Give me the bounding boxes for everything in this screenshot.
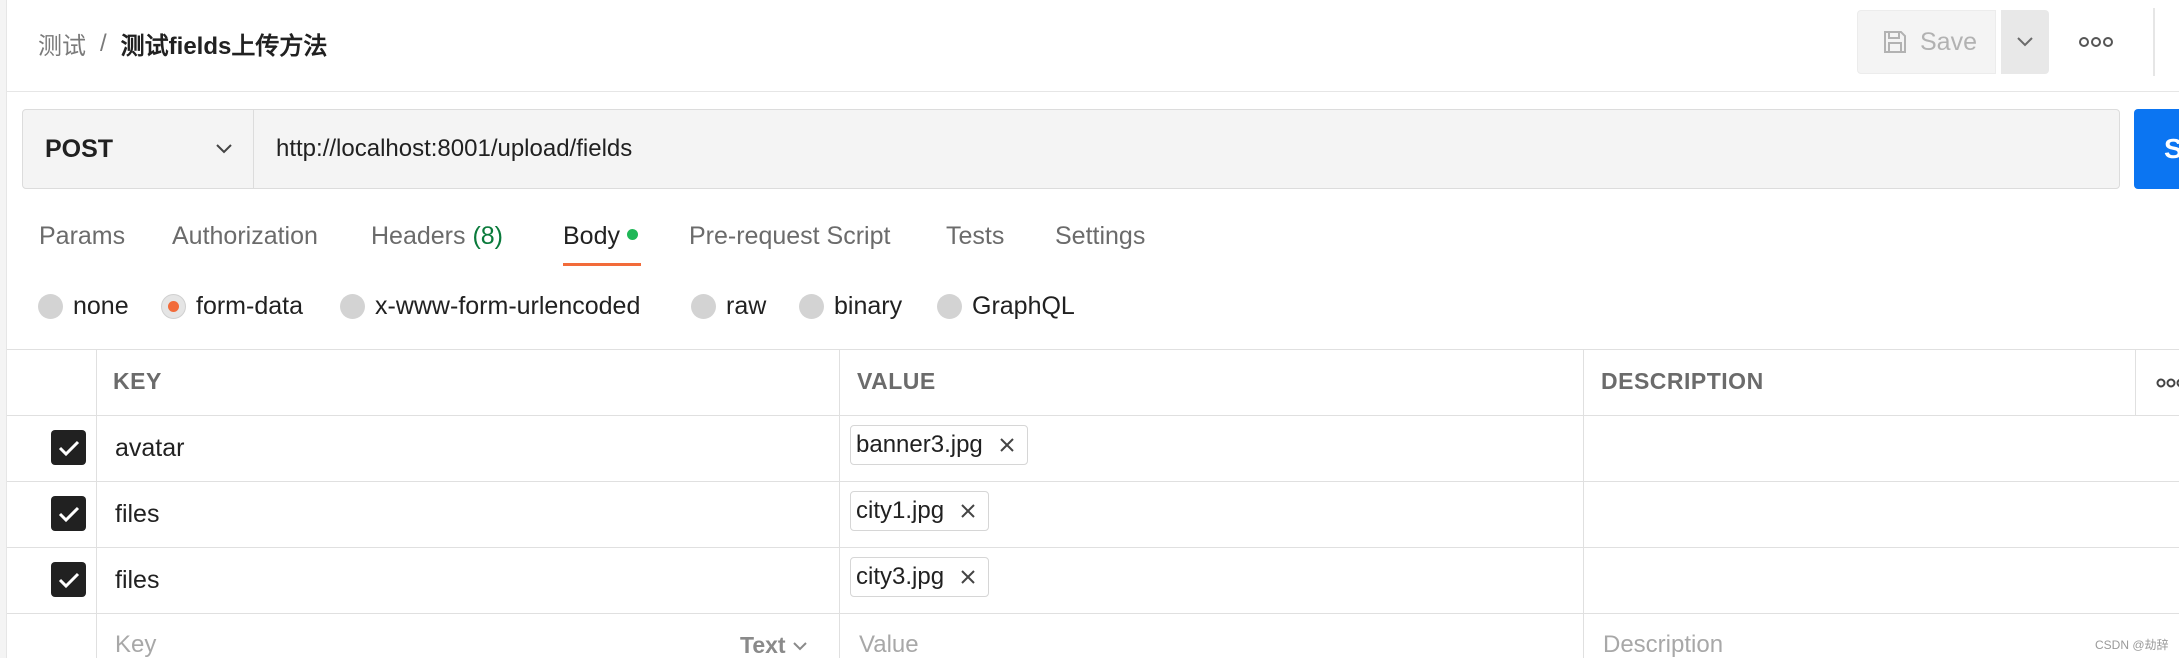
url-text: http://localhost:8001/upload/fields — [276, 135, 633, 162]
watermark: CSDN @劫辞 — [2095, 638, 2169, 652]
radio-graphql[interactable]: GraphQL — [937, 292, 1075, 321]
save-button[interactable]: Save — [1857, 10, 1996, 74]
column-divider — [96, 349, 97, 658]
remove-file-icon[interactable] — [960, 503, 976, 519]
row-divider — [7, 415, 2179, 416]
radio-circle — [691, 294, 716, 319]
column-divider — [839, 349, 840, 658]
active-tab-underline — [563, 263, 641, 266]
tab-authorization[interactable]: Authorization — [172, 222, 318, 251]
remove-file-icon[interactable] — [960, 569, 976, 585]
tab-label: Headers — [371, 222, 466, 250]
chevron-down-icon — [216, 144, 232, 154]
body-indicator-dot — [626, 229, 638, 240]
headers-count: (8) — [472, 222, 504, 250]
tab-pre-request-script[interactable]: Pre-request Script — [689, 222, 890, 251]
file-chip[interactable]: banner3.jpg — [850, 425, 1028, 465]
radio-label: none — [73, 292, 129, 320]
method-select[interactable]: POST — [22, 109, 254, 189]
tab-label: Pre-request Script — [689, 222, 891, 250]
file-chip[interactable]: city3.jpg — [850, 557, 990, 597]
tab-tests[interactable]: Tests — [946, 222, 1004, 251]
breadcrumb-collection[interactable]: 测试 — [38, 26, 86, 61]
row-divider — [7, 613, 2179, 614]
radio-form-data[interactable]: form-data — [161, 292, 303, 321]
tab-label: Tests — [946, 222, 1005, 250]
url-input[interactable]: http://localhost:8001/upload/fields — [253, 109, 2120, 189]
table-options-button[interactable] — [2156, 376, 2179, 394]
send-label: S — [2164, 133, 2179, 164]
remove-file-icon[interactable] — [999, 437, 1015, 453]
save-options-button[interactable] — [2001, 10, 2049, 74]
column-header-value: VALUE — [857, 368, 936, 394]
new-key-input[interactable]: Key — [115, 631, 156, 658]
checkmark-icon — [58, 506, 79, 522]
chevron-down-icon — [792, 641, 807, 650]
row-divider — [7, 547, 2179, 548]
tab-headers[interactable]: Headers (8) — [371, 222, 503, 251]
new-description-input[interactable]: Description — [1603, 631, 1723, 658]
header-divider — [2153, 8, 2155, 76]
row-key[interactable]: avatar — [115, 434, 184, 463]
file-chip[interactable]: city1.jpg — [850, 491, 990, 531]
more-horizontal-icon — [2079, 37, 2113, 47]
breadcrumb: 测试 / 测试fields上传方法 — [38, 26, 327, 61]
checkmark-icon — [58, 440, 79, 456]
radio-binary[interactable]: binary — [799, 292, 902, 321]
radio-circle — [937, 294, 962, 319]
tab-label: Params — [39, 222, 126, 250]
file-name: city1.jpg — [856, 497, 945, 524]
key-type-select[interactable]: Text — [740, 632, 808, 658]
row-key[interactable]: files — [115, 500, 159, 529]
more-options-button[interactable] — [2078, 26, 2114, 58]
radio-label: binary — [834, 292, 903, 320]
save-label: Save — [1920, 27, 1977, 56]
radio-none[interactable]: none — [38, 292, 129, 321]
more-horizontal-icon — [2156, 378, 2179, 388]
row-enabled-checkbox[interactable] — [51, 430, 86, 465]
save-icon — [1884, 31, 1906, 53]
tab-settings[interactable]: Settings — [1055, 222, 1145, 251]
radio-circle — [799, 294, 824, 319]
radio-label: raw — [726, 292, 767, 320]
column-header-key: KEY — [113, 368, 162, 394]
radio-circle — [38, 294, 63, 319]
row-divider — [7, 481, 2179, 482]
column-divider — [1583, 349, 1584, 658]
row-enabled-checkbox[interactable] — [51, 496, 86, 531]
breadcrumb-separator: / — [100, 29, 107, 57]
column-header-description: DESCRIPTION — [1601, 368, 1764, 394]
chevron-down-icon — [2017, 37, 2033, 47]
checkmark-icon — [58, 572, 79, 588]
radio-raw[interactable]: raw — [691, 292, 766, 321]
column-divider — [2135, 349, 2136, 415]
request-name[interactable]: 测试fields上传方法 — [121, 26, 328, 61]
radio-x-www-form-urlencoded[interactable]: x-www-form-urlencoded — [340, 292, 640, 321]
file-name: banner3.jpg — [856, 431, 983, 458]
tab-params[interactable]: Params — [39, 222, 125, 251]
request-header — [7, 0, 2179, 92]
radio-circle-selected — [161, 294, 186, 319]
radio-label: form-data — [196, 292, 303, 320]
key-type-label: Text — [740, 632, 786, 658]
radio-label: x-www-form-urlencoded — [375, 292, 641, 320]
form-data-table — [7, 349, 2179, 658]
send-button[interactable]: S — [2134, 109, 2179, 189]
tab-body[interactable]: Body — [563, 222, 638, 251]
method-label: POST — [45, 134, 114, 163]
left-panel-edge — [0, 0, 7, 658]
new-value-input[interactable]: Value — [859, 631, 919, 658]
tab-label: Settings — [1055, 222, 1146, 250]
row-key[interactable]: files — [115, 566, 159, 595]
radio-label: GraphQL — [972, 292, 1075, 320]
row-enabled-checkbox[interactable] — [51, 562, 86, 597]
tab-label: Authorization — [172, 222, 318, 250]
file-name: city3.jpg — [856, 563, 945, 590]
tab-label: Body — [563, 222, 620, 250]
radio-circle — [340, 294, 365, 319]
